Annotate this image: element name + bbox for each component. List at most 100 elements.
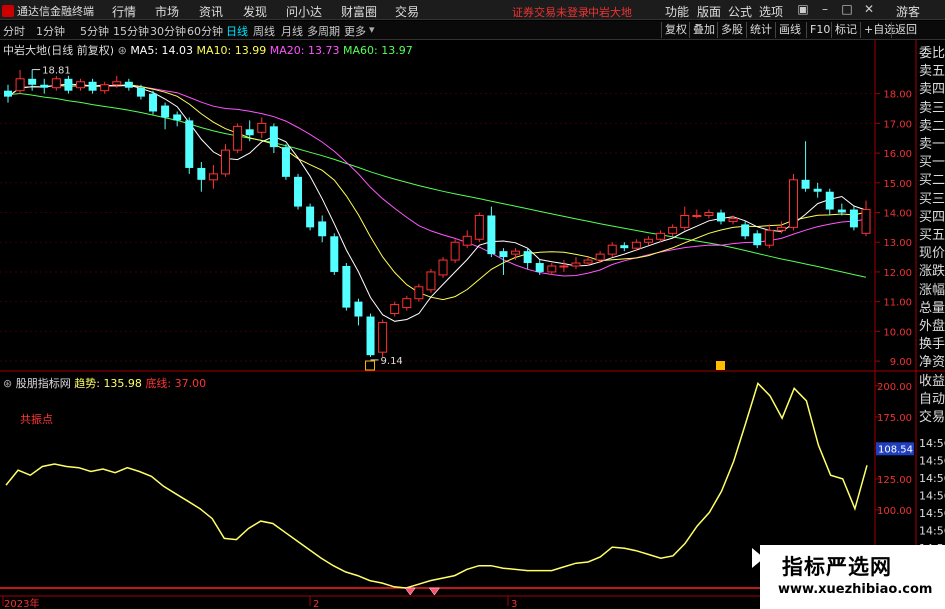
kline-chart: 18.81 9.14: [4, 66, 871, 371]
side-time-label: 14:56: [919, 455, 945, 468]
ma20-line: [7, 84, 867, 277]
candle-body: [788, 179, 798, 228]
candle-body: [620, 245, 629, 249]
side-panel-item[interactable]: 自动: [919, 391, 945, 409]
side-panel-item[interactable]: 买五: [919, 227, 945, 245]
watermark: 指标严选网 www.xuezhibiao.com: [760, 545, 945, 609]
candle-body: [173, 114, 182, 121]
side-panel-item[interactable]: 卖三: [919, 100, 945, 118]
side-panel-item[interactable]: 交易: [919, 409, 945, 427]
candle-body: [861, 209, 871, 234]
side-panel-item[interactable]: 涨幅: [919, 282, 945, 300]
side-panel-item[interactable]: 现价: [919, 245, 945, 263]
candle-body: [402, 298, 412, 309]
candle-body: [438, 259, 448, 276]
side-panel-item[interactable]: 卖二: [919, 118, 945, 136]
ma5-value: 14.03: [161, 44, 194, 57]
candle-body: [450, 241, 460, 261]
indicator-tick-label: 100.00: [877, 506, 912, 517]
candle-body: [523, 251, 532, 264]
candle-body: [631, 241, 641, 249]
price-tick-label: 10.00: [883, 327, 912, 338]
time-axis-label: 2: [313, 599, 319, 609]
indicator-header: ⊛ 股朋指标网 趋势: 135.98 底线: 37.00: [3, 375, 206, 391]
candle-body: [656, 232, 666, 240]
indicator-tick-label: 200.00: [877, 382, 912, 393]
candle-body: [764, 229, 774, 246]
candle-body: [643, 238, 653, 243]
side-panel-item[interactable]: 净资: [919, 354, 945, 372]
indicator-tick-label: 175.00: [877, 413, 912, 424]
price-tick-label: 9.00: [890, 357, 912, 368]
price-tick-label: 14.00: [883, 209, 912, 220]
candle-body: [692, 214, 702, 217]
candle-body: [76, 81, 86, 89]
candle-body: [776, 226, 786, 231]
side-panel-item[interactable]: 卖一: [919, 136, 945, 154]
side-panel-item[interactable]: 收益: [919, 373, 945, 391]
ma-settings-icon[interactable]: ⊛: [118, 44, 127, 57]
candle-body: [547, 265, 557, 273]
candle-body: [318, 221, 327, 237]
side-panel-item[interactable]: 委比: [919, 45, 945, 63]
resonance-annotation: 共振点: [20, 413, 53, 426]
side-time-label: 14:56: [919, 507, 945, 520]
indicator-settings-icon[interactable]: ⊛: [3, 377, 12, 390]
candle-body: [559, 265, 569, 268]
chart-canvas[interactable]: 18.81 9.14 9.00 10.00 11.00 12.00 13.00 14.00 1…: [0, 0, 945, 609]
indicator-name: 股朋指标网: [15, 377, 71, 390]
candle-body: [257, 122, 267, 133]
side-panel-item[interactable]: 买三: [919, 191, 945, 209]
ma5-label: MA5:: [130, 44, 159, 57]
candle-body: [668, 226, 678, 234]
candle-body: [354, 301, 363, 317]
price-tick-label: 11.00: [883, 298, 912, 309]
side-time-label: 14:56: [919, 490, 945, 503]
bottom-label: 底线:: [145, 377, 172, 390]
candle-body: [185, 120, 194, 168]
side-panel-item[interactable]: 买四: [919, 209, 945, 227]
ma60-label: MA60:: [342, 44, 378, 57]
candle-body: [306, 206, 315, 228]
candle-body: [511, 250, 521, 255]
resonance-point-icon: [428, 587, 440, 596]
price-tick-label: 18.00: [883, 90, 912, 101]
candle-body: [583, 259, 593, 264]
trend-label: 趋势:: [74, 377, 100, 390]
side-panel-item[interactable]: 总量: [919, 300, 945, 318]
side-panel-item[interactable]: 买二: [919, 172, 945, 190]
side-panel-item[interactable]: 外盘: [919, 318, 945, 336]
candle-body: [837, 209, 846, 213]
side-panel-item[interactable]: 卖四: [919, 81, 945, 99]
candle-body: [741, 224, 750, 237]
side-time-label: 14:56: [919, 437, 945, 450]
candle-body: [208, 173, 218, 181]
ma60-value: 13.97: [381, 44, 413, 57]
candle-body: [571, 262, 581, 267]
candle-body: [607, 244, 617, 255]
candle-body: [51, 78, 61, 89]
candle-body: [136, 87, 145, 97]
candle-body: [462, 235, 472, 246]
candle-body: [88, 81, 97, 91]
candle-body: [535, 263, 544, 272]
watermark-title: 指标严选网: [782, 555, 892, 579]
current-value-text: 108.54: [878, 444, 913, 455]
event-marker-icon: [716, 361, 725, 370]
candle-body: [801, 179, 810, 189]
side-panel-item[interactable]: 卖五: [919, 63, 945, 81]
candle-body: [813, 188, 822, 192]
candle-body: [112, 81, 122, 86]
side-panel: 委比 卖五 卖四 卖三 卖二 卖一 买一 买二 买三 买四 买五 现价 涨跌 涨幅 总量 外盘 换手 净资 收益 自动…: [917, 40, 945, 425]
side-panel-item[interactable]: 涨跌: [919, 263, 945, 281]
side-time-label: 14:56: [919, 525, 945, 538]
candle-body: [342, 266, 351, 308]
candle-body: [366, 316, 375, 356]
candle-body: [100, 84, 110, 92]
bottom-value: 37.00: [174, 377, 207, 390]
side-panel-item[interactable]: 买一: [919, 154, 945, 172]
candle-body: [40, 84, 49, 88]
side-panel-item[interactable]: 换手: [919, 336, 945, 354]
trend-value: 135.98: [103, 377, 142, 390]
ma10-label: MA10:: [196, 44, 232, 57]
